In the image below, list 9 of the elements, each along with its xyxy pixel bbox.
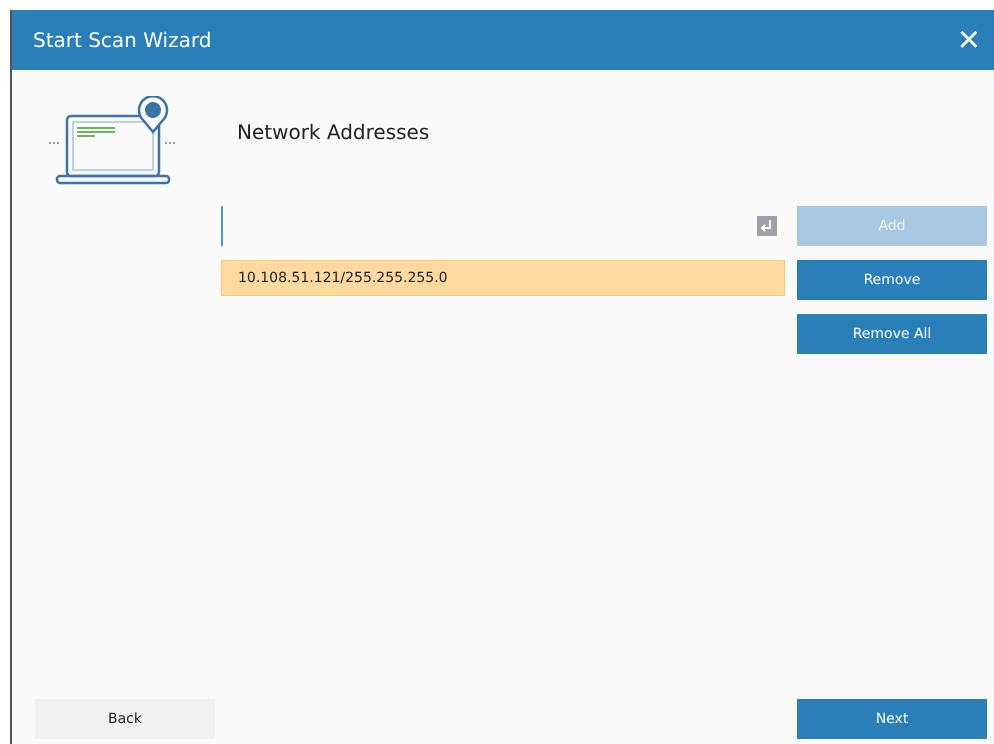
action-button[interactable]: Remove xyxy=(797,260,987,300)
window-title: Start Scan Wizard xyxy=(33,28,212,52)
enter-icon xyxy=(757,216,777,236)
back-button[interactable]: Back xyxy=(35,699,215,739)
next-button[interactable]: Next xyxy=(797,699,987,739)
page-heading: Network Addresses xyxy=(237,120,430,144)
close-button[interactable]: × xyxy=(952,21,986,59)
address-item[interactable]: 10.108.51.121/255.255.255.0 xyxy=(221,260,785,296)
action-button[interactable]: Remove All xyxy=(797,314,987,354)
